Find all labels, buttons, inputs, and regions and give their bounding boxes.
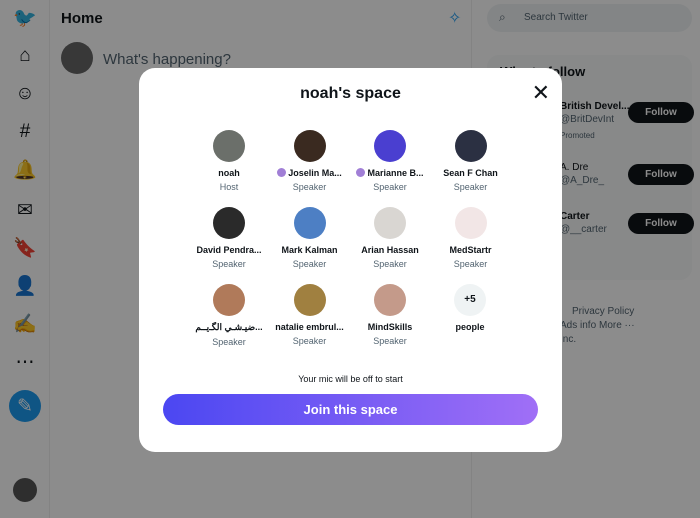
participant[interactable]: natalie embrul... Speaker (270, 284, 350, 346)
participant-role: Speaker (292, 336, 327, 346)
join-space-button[interactable]: Join this space (163, 394, 538, 425)
avatar (213, 207, 245, 239)
participant-role: Speaker (212, 337, 246, 347)
participant[interactable]: Sean F Chan Speaker (431, 130, 511, 192)
participant[interactable]: Joselin Ma... Speaker (270, 130, 350, 192)
participant-role: Speaker (292, 259, 327, 269)
participant[interactable]: noah Host (189, 130, 269, 192)
participant-role: Host (219, 182, 239, 192)
participant[interactable]: Marianne B... Speaker (350, 130, 430, 192)
participant-name: ضيـ‌شـي الگـ‌يـ‌ـم... (195, 322, 263, 332)
participant-name: MindSkills (367, 322, 413, 332)
mic-note: Your mic will be off to start (298, 374, 403, 384)
participant-role: Speaker (373, 336, 407, 346)
participant-role: Speaker (373, 182, 407, 192)
participant-name: Marianne B... (367, 168, 424, 178)
participant-name: MedStartr (449, 245, 492, 255)
participant-name: Mark Kalman (281, 245, 338, 255)
more-people[interactable]: +5 people (430, 284, 510, 332)
speaking-indicator-icon (356, 168, 366, 177)
avatar (293, 284, 326, 316)
participant[interactable]: Arian Hassan Speaker (350, 207, 430, 269)
participant[interactable]: ضيـ‌شـي الگـ‌يـ‌ـم... Speaker (189, 284, 269, 347)
participant-role: Speaker (292, 182, 327, 192)
avatar (374, 130, 406, 162)
avatar (454, 207, 487, 239)
participant-name: David Pendra... (196, 245, 262, 255)
participant-role: Speaker (212, 259, 246, 269)
participant-name: Sean F Chan (443, 168, 498, 178)
avatar (293, 130, 326, 162)
participant[interactable]: MindSkills Speaker (350, 284, 430, 346)
participant-name: Joselin Ma... (288, 168, 342, 178)
avatar (293, 207, 326, 239)
avatar (213, 130, 245, 162)
avatar (454, 130, 487, 162)
avatar (374, 284, 406, 316)
space-modal: noah's space ✕ noah Host Joselin Ma... S… (139, 68, 562, 452)
space-title: noah's space (300, 85, 401, 102)
participant[interactable]: MedStartr Speaker (431, 207, 511, 269)
speaking-indicator-icon (277, 168, 287, 177)
avatar (213, 284, 245, 316)
participant-name: Arian Hassan (361, 245, 419, 255)
participant-role: Speaker (453, 182, 488, 192)
participant-role: Speaker (453, 259, 488, 269)
avatar (374, 207, 406, 239)
participant-role: Speaker (373, 259, 407, 269)
participant[interactable]: Mark Kalman Speaker (270, 207, 350, 269)
close-icon[interactable]: ✕ (532, 82, 550, 104)
participant[interactable]: David Pendra... Speaker (189, 207, 269, 269)
participant-name: natalie embrul... (275, 322, 344, 332)
participant-name: noah (218, 168, 240, 178)
